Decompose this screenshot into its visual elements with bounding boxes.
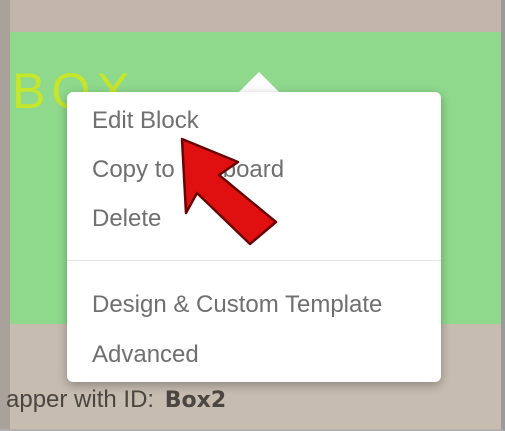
left-edge [0,0,10,431]
menu-item-copy-to-clipboard[interactable]: Copy to Clipboard [92,156,284,184]
wrapper-id-value: Box2 [164,388,227,413]
menu-item-design-custom-template[interactable]: Design & Custom Template [92,291,382,319]
menu-item-delete[interactable]: Delete [92,205,161,233]
menu-item-advanced[interactable]: Advanced [92,341,199,369]
menu-item-edit-block[interactable]: Edit Block [92,107,199,135]
context-menu: Edit Block Copy to Clipboard Delete Desi… [67,92,441,382]
wrapper-label-text: apper with ID: [6,386,155,413]
wrapper-id-label: apper with ID: Box2 [6,386,226,414]
menu-separator [67,260,441,261]
menu-caret [239,72,279,92]
screenshot-frame: BOX apper with ID: Box2 Edit Block Copy … [0,0,505,431]
top-strip [0,0,505,32]
